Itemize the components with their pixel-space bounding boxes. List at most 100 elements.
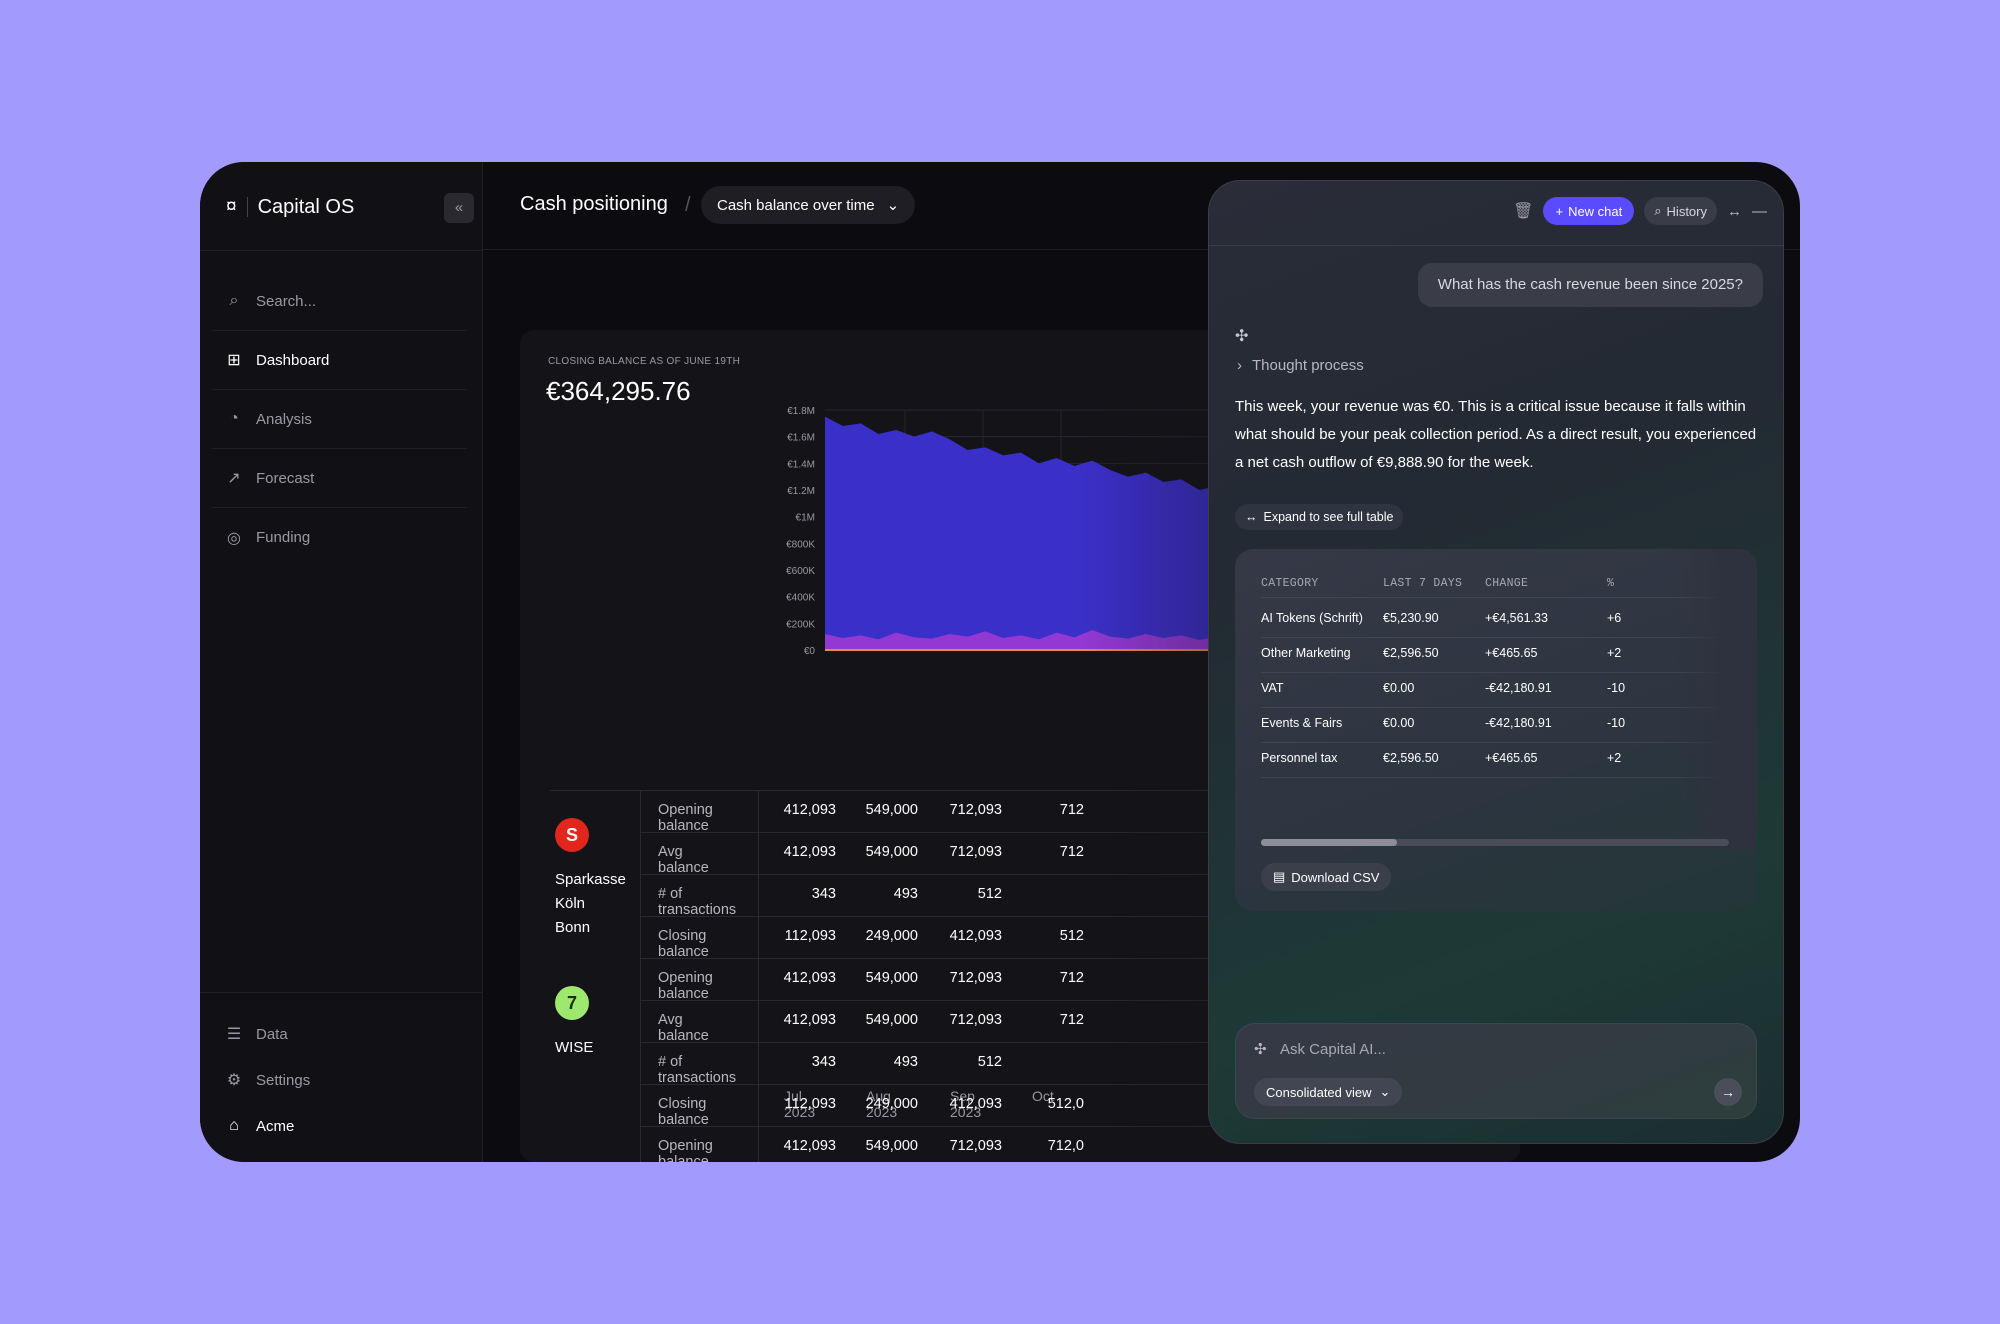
result-table-header: % xyxy=(1607,577,1615,590)
result-cell-change: +€4,561.33 xyxy=(1485,611,1548,625)
result-cell-last7: €0.00 xyxy=(1383,681,1415,695)
table-row-label: Closing balance xyxy=(658,928,709,960)
table-row-divider xyxy=(1261,707,1731,708)
view-select-dropdown[interactable]: Cash balance over time ⌄ xyxy=(701,186,916,224)
app-window: ¤ Capital OS « ⌕ Search... ⊞ Dashboard ◔… xyxy=(200,162,1800,1162)
result-cell-category: Events & Fairs xyxy=(1261,716,1343,730)
expand-table-button[interactable]: ↔ Expand to see full table xyxy=(1235,504,1404,530)
result-cell-change: +€465.65 xyxy=(1485,646,1538,660)
send-arrow-button[interactable]: → xyxy=(1714,1078,1742,1106)
bank-logo-icon: 7 xyxy=(555,986,589,1020)
app-name: Capital OS xyxy=(257,195,355,218)
search-field[interactable]: ⌕ Search... xyxy=(212,272,467,331)
funding-coins-icon: ◎ xyxy=(227,529,241,547)
table-cell-value: 512 xyxy=(977,886,1002,902)
sidebar-item-dashboard[interactable]: ⊞ Dashboard xyxy=(212,331,467,390)
result-cell-pct: +6 xyxy=(1607,611,1622,625)
bank-name: Sparkasse xyxy=(555,871,626,888)
table-cell-value: 712 xyxy=(1059,844,1084,860)
table-row-label: Opening balance xyxy=(658,970,713,1002)
table-horizontal-scrollbar[interactable] xyxy=(1261,839,1729,846)
table-cell-value: 412,093 xyxy=(783,1138,836,1154)
history-label: History xyxy=(1666,203,1707,219)
expand-horizontal-icon: ↔ xyxy=(1245,510,1258,524)
y-tick-label: €1.4M xyxy=(787,459,815,470)
table-cell-value: 412,093 xyxy=(783,970,836,986)
column-divider xyxy=(640,790,641,1162)
table-cell-value: 112,093 xyxy=(784,1096,836,1112)
table-cell-value: 412,093 xyxy=(783,1012,836,1028)
table-cell-value: 343 xyxy=(811,886,836,902)
sidebar-item-analysis[interactable]: ◔ Analysis xyxy=(212,390,467,449)
sidebar-bottom: ☰ Data ⚙ Settings ⌂ Acme xyxy=(200,992,483,1149)
sidebar-item-label: Funding xyxy=(256,529,311,546)
sidebar-item-forecast[interactable]: ↗ Forecast xyxy=(212,449,467,508)
download-csv-button[interactable]: ▤ Download CSV xyxy=(1261,863,1392,891)
y-tick-label: €1M xyxy=(796,513,815,524)
result-cell-last7: €2,596.50 xyxy=(1383,646,1439,660)
ai-chat-panel: 🗑 + New chat ⌕ History ↔ — What has the … xyxy=(1208,180,1784,1144)
table-row-label: # of transactions xyxy=(658,1054,737,1086)
result-cell-last7: €0.00 xyxy=(1383,716,1415,730)
table-cell-value: 712,0 xyxy=(1047,1138,1084,1154)
sidebar-item-workspace[interactable]: ⌂ Acme xyxy=(212,1103,471,1149)
table-cell-value: 493 xyxy=(893,1054,918,1070)
expand-table-label: Expand to see full table xyxy=(1263,510,1394,524)
y-tick-label: €800K xyxy=(786,539,815,550)
sidebar-item-data[interactable]: ☰ Data xyxy=(212,1011,471,1057)
analysis-icon: ◔ xyxy=(229,410,239,427)
chevron-right-icon: › xyxy=(1237,357,1242,374)
table-cell-value: 712 xyxy=(1059,1012,1084,1028)
brand[interactable]: ¤ Capital OS xyxy=(226,192,354,222)
scope-select-dropdown[interactable]: Consolidated view ⌄ xyxy=(1254,1078,1403,1106)
table-cell-value: 549,000 xyxy=(865,802,918,818)
table-cell-value: 549,000 xyxy=(865,844,918,860)
table-cell-value: 549,000 xyxy=(865,1138,918,1154)
expand-horizontal-icon[interactable]: ↔ xyxy=(1727,203,1742,220)
table-fade-overlay xyxy=(1675,549,1757,849)
ai-answer-text: This week, your revenue was €0. This is … xyxy=(1235,398,1757,471)
gear-icon: ⚙ xyxy=(226,1072,242,1089)
sidebar-item-label: Analysis xyxy=(256,410,312,428)
result-table-header: CHANGE xyxy=(1485,577,1529,590)
result-cell-pct: +2 xyxy=(1607,751,1622,765)
table-cell-value: 512 xyxy=(1059,928,1084,944)
divider xyxy=(200,250,483,251)
scrollbar-thumb[interactable] xyxy=(1261,839,1397,846)
collapse-sidebar-button[interactable]: « xyxy=(444,193,474,223)
table-cell-value: 249,000 xyxy=(865,1096,918,1112)
sidebar-item-label: Data xyxy=(256,1025,288,1043)
table-cell-value: 112,093 xyxy=(784,928,836,944)
plus-icon: + xyxy=(1555,203,1564,219)
table-row-label: Avg balance xyxy=(658,1012,709,1044)
trash-icon[interactable]: 🗑 xyxy=(1513,201,1533,221)
table-cell-value: 412,093 xyxy=(949,1096,1002,1112)
sidebar-item-funding[interactable]: ◎ Funding xyxy=(212,508,467,567)
chevron-down-icon: ⌄ xyxy=(1379,1084,1391,1099)
thought-process-toggle[interactable]: › Thought process xyxy=(1237,357,1364,374)
result-cell-last7: €2,596.50 xyxy=(1383,751,1439,765)
history-button[interactable]: ⌕ History xyxy=(1644,197,1717,225)
minimize-icon[interactable]: — xyxy=(1752,203,1767,220)
sidebar-item-settings[interactable]: ⚙ Settings xyxy=(212,1057,471,1103)
table-cell-value: 712,093 xyxy=(949,802,1002,818)
dashboard-grid-icon: ⊞ xyxy=(227,352,241,369)
breadcrumb-separator: / xyxy=(685,194,691,216)
result-cell-category: AI Tokens (Schrift) xyxy=(1261,611,1363,625)
result-cell-change: +€465.65 xyxy=(1485,751,1538,765)
table-row-label: # of transactions xyxy=(658,886,737,918)
chevron-down-icon: ⌄ xyxy=(886,197,900,214)
table-cell-value: 712 xyxy=(1059,802,1084,818)
result-cell-category: Other Marketing xyxy=(1261,646,1351,660)
table-cell-value: 412,093 xyxy=(783,844,836,860)
ask-ai-input[interactable] xyxy=(1280,1036,1720,1062)
bank-name: Köln Bonn xyxy=(555,895,591,936)
ai-toolbar: 🗑 + New chat ⌕ History ↔ — xyxy=(1513,197,1767,225)
table-cell-value: 412,093 xyxy=(783,802,836,818)
view-select-value: Cash balance over time xyxy=(717,196,875,214)
result-cell-category: Personnel tax xyxy=(1261,751,1338,765)
table-row-divider xyxy=(1261,672,1731,673)
result-table-header: LAST 7 DAYS xyxy=(1383,577,1463,590)
new-chat-button[interactable]: + New chat xyxy=(1543,197,1635,225)
table-row-label: Opening balance xyxy=(658,802,713,834)
